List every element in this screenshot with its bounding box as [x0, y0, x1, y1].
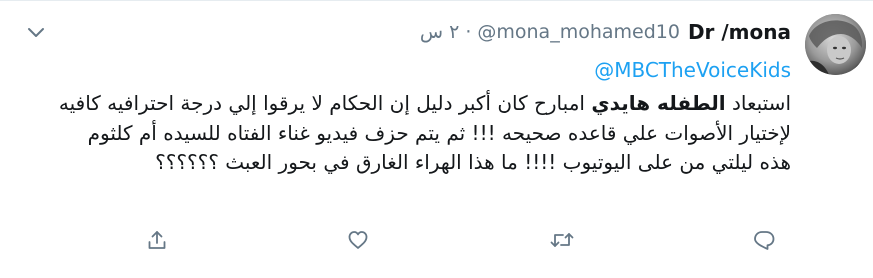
avatar[interactable] [805, 14, 866, 75]
tweet-card[interactable]: Dr /mona @mona_mohamed10 · ٢ س @MBCTheVo… [0, 0, 873, 278]
retweet-button[interactable] [549, 227, 575, 253]
timestamp[interactable]: ٢ س [420, 21, 459, 43]
tweet-actions [0, 227, 873, 253]
display-name[interactable]: Dr /mona [688, 20, 791, 44]
share-icon [148, 231, 166, 249]
reply-icon [754, 231, 775, 250]
mention-link[interactable]: @MBCTheVoiceKids [594, 58, 791, 82]
tweet-header: Dr /mona @mona_mohamed10 · ٢ س [420, 17, 791, 47]
user-handle[interactable]: @mona_mohamed10 [477, 21, 680, 43]
share-button[interactable] [144, 227, 170, 253]
tweet-text-highlight: الطفله هايدي [591, 91, 726, 115]
tweet-text: استبعاد الطفله هايدي امبارح كان أكبر دلي… [51, 89, 791, 178]
avatar-image [805, 14, 866, 75]
like-button[interactable] [345, 227, 371, 253]
retweet-icon [550, 233, 574, 247]
tweet-text-lead: استبعاد [725, 91, 791, 115]
chevron-down-icon [28, 28, 44, 37]
separator-dot: · [465, 21, 472, 43]
tweet-menu-button[interactable] [26, 25, 46, 39]
reply-button[interactable] [751, 227, 777, 253]
heart-icon [348, 231, 368, 249]
